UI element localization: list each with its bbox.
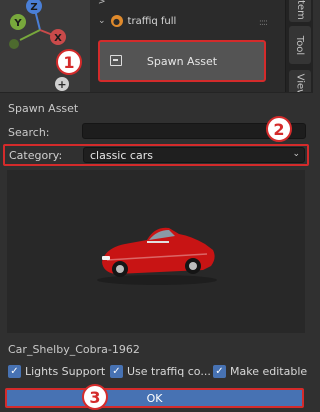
step-badge-2: 2 bbox=[266, 116, 292, 142]
use-traffiq-checkbox[interactable]: ✓ Use traffiq co... bbox=[110, 365, 211, 378]
axis-y-label: Y bbox=[13, 18, 22, 29]
tab-item[interactable]: Item bbox=[289, 0, 311, 22]
asset-name: Car_Shelby_Cobra-1962 bbox=[8, 343, 140, 356]
tab-tool[interactable]: Tool bbox=[289, 26, 311, 64]
addon-title: traffiq full bbox=[127, 15, 177, 27]
step-badge-1: 1 bbox=[56, 49, 82, 75]
navigation-gizmo[interactable]: Z Y X + bbox=[0, 0, 90, 92]
asset-box-icon bbox=[110, 55, 122, 66]
asset-preview[interactable] bbox=[7, 170, 305, 333]
sidebar-tabs: Item Tool View bbox=[285, 0, 313, 100]
spawn-asset-dialog: Spawn Asset Search: Category: classic ca… bbox=[0, 92, 313, 412]
addon-panel-header[interactable]: ⌄ ● traffiq full bbox=[98, 11, 176, 31]
category-label: Category: bbox=[9, 149, 63, 162]
blender-window: Z Y X + :::: > ⌄ ● traffiq full Spawn As… bbox=[0, 0, 313, 412]
checkmark-icon: ✓ bbox=[110, 365, 123, 378]
chevron-down-icon: ⌄ bbox=[292, 149, 300, 159]
tab-tool-label: Tool bbox=[294, 35, 306, 55]
axis-z-label: Z bbox=[30, 2, 37, 13]
traffiq-addon-icon: ● bbox=[110, 15, 123, 27]
chevron-right-icon: > bbox=[98, 0, 106, 7]
chevron-down-icon: ⌄ bbox=[98, 16, 106, 26]
drag-handle-icon[interactable]: :::: bbox=[259, 18, 268, 28]
dialog-title: Spawn Asset bbox=[8, 102, 79, 115]
make-editable-checkbox[interactable]: ✓ Make editable bbox=[213, 365, 307, 378]
category-value: classic cars bbox=[90, 149, 153, 162]
tab-item-label: Item bbox=[294, 0, 306, 20]
search-label: Search: bbox=[8, 126, 50, 139]
viewport-3d[interactable]: Z Y X + bbox=[0, 0, 90, 92]
svg-text:+: + bbox=[57, 78, 66, 91]
axis-x-label: X bbox=[54, 33, 62, 44]
spawn-asset-label: Spawn Asset bbox=[146, 54, 218, 68]
lights-support-label: Lights Support bbox=[25, 365, 106, 378]
category-row: Category: classic cars ⌄ bbox=[3, 144, 309, 166]
lights-support-checkbox[interactable]: ✓ Lights Support bbox=[8, 365, 105, 378]
checkmark-icon: ✓ bbox=[213, 365, 226, 378]
make-editable-label: Make editable bbox=[230, 365, 308, 378]
car-thumbnail-icon bbox=[97, 227, 217, 285]
ok-label: OK bbox=[146, 391, 163, 405]
checkmark-icon: ✓ bbox=[8, 365, 21, 378]
options-row: ✓ Lights Support ✓ Use traffiq co... ✓ M… bbox=[8, 365, 308, 381]
step-badge-3: 3 bbox=[82, 384, 108, 410]
category-dropdown[interactable]: classic cars ⌄ bbox=[83, 147, 305, 163]
use-traffiq-label: Use traffiq co... bbox=[127, 365, 211, 378]
ok-button[interactable]: OK bbox=[5, 388, 304, 408]
spawn-asset-button[interactable]: Spawn Asset bbox=[98, 40, 266, 82]
